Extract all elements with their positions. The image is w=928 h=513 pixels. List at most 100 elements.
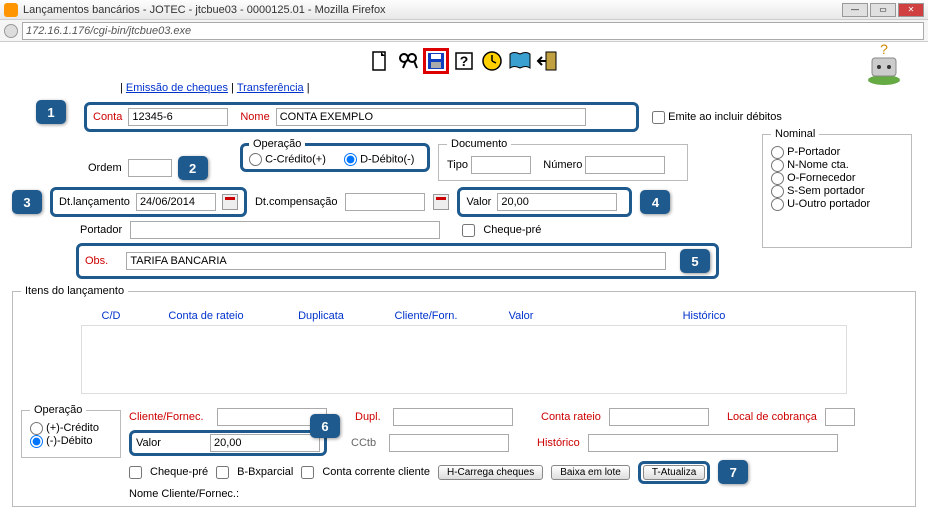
ordem-input[interactable] bbox=[128, 159, 172, 177]
conta-rateio-label: Conta rateio bbox=[541, 411, 601, 423]
mascot-icon: ? bbox=[860, 44, 908, 92]
link-emissao[interactable]: Emissão de cheques bbox=[126, 82, 228, 94]
dtcomp-label: Dt.compensação bbox=[255, 196, 338, 208]
local-input[interactable] bbox=[825, 408, 855, 426]
operacao2-fieldset: Operação (+)-Crédito (-)-Débito bbox=[21, 404, 121, 458]
op2-debito[interactable]: (-)-Débito bbox=[30, 435, 93, 447]
calendar-icon-2[interactable] bbox=[433, 194, 449, 210]
portador-label: Portador bbox=[80, 224, 122, 236]
emite-checkbox[interactable] bbox=[652, 111, 665, 124]
credito-option[interactable]: C-Crédito(+) bbox=[249, 153, 326, 166]
globe-icon bbox=[4, 24, 18, 38]
svg-text:?: ? bbox=[460, 53, 469, 69]
chequepre2-label: Cheque-pré bbox=[150, 466, 208, 478]
valor2-box: Valor bbox=[129, 430, 327, 456]
help-icon[interactable]: ? bbox=[451, 48, 477, 74]
save-icon[interactable] bbox=[423, 48, 449, 74]
annotation-3: 3 bbox=[12, 190, 42, 214]
chequepre-checkbox[interactable] bbox=[462, 224, 475, 237]
dtlanc-box: Dt.lançamento bbox=[50, 187, 247, 217]
dtcomp-input[interactable] bbox=[345, 193, 425, 211]
op2-credito[interactable]: (+)-Crédito bbox=[30, 422, 99, 434]
emite-wrapper: Emite ao incluir débitos bbox=[652, 111, 782, 123]
address-bar bbox=[0, 20, 928, 42]
firefox-icon bbox=[4, 3, 18, 17]
link-transferencia[interactable]: Transferência bbox=[237, 82, 304, 94]
links-row: | Emissão de cheques | Transferência | bbox=[0, 80, 928, 96]
emite-label: Emite ao incluir débitos bbox=[668, 111, 782, 123]
obs-input[interactable] bbox=[126, 252, 666, 270]
svg-text:?: ? bbox=[880, 44, 888, 57]
cctb-label: CCtb bbox=[351, 437, 381, 449]
numero-label: Número bbox=[543, 159, 582, 171]
valor2-label: Valor bbox=[136, 437, 204, 449]
window-buttons: — ▭ ✕ bbox=[842, 3, 924, 17]
dtlanc-input[interactable] bbox=[136, 193, 216, 211]
th-valor: Valor bbox=[481, 310, 561, 322]
itens-table-head: C/D Conta de rateio Duplicata Cliente/Fo… bbox=[81, 307, 847, 326]
window-titlebar: Lançamentos bancários - JOTEC - jtcbue03… bbox=[0, 0, 928, 20]
th-conta: Conta de rateio bbox=[141, 310, 271, 322]
conta-input[interactable] bbox=[128, 108, 228, 126]
operacao-fieldset: Operação C-Crédito(+) D-Débito(-) bbox=[240, 138, 430, 172]
url-input[interactable] bbox=[22, 22, 924, 40]
carrega-button[interactable]: H-Carrega cheques bbox=[438, 465, 543, 480]
bbx-checkbox[interactable] bbox=[216, 466, 229, 479]
nominal-s[interactable]: S-Sem portador bbox=[771, 185, 865, 197]
nominal-n[interactable]: N-Nome cta. bbox=[771, 159, 849, 171]
numero-input[interactable] bbox=[585, 156, 665, 174]
nominal-p[interactable]: P-Portador bbox=[771, 146, 840, 158]
tipo-label: Tipo bbox=[447, 159, 468, 171]
app-toolbar: ? ? bbox=[0, 42, 928, 80]
th-dupl: Duplicata bbox=[271, 310, 371, 322]
chequepre-label: Cheque-pré bbox=[483, 224, 541, 236]
close-button[interactable]: ✕ bbox=[898, 3, 924, 17]
operacao2-legend: Operação bbox=[30, 404, 86, 416]
ccc-checkbox[interactable] bbox=[301, 466, 314, 479]
tipo-input[interactable] bbox=[471, 156, 531, 174]
nome-label: Nome bbox=[240, 111, 269, 123]
clock-icon[interactable] bbox=[479, 48, 505, 74]
valor2-input[interactable] bbox=[210, 434, 320, 452]
valor-box: Valor bbox=[457, 187, 632, 217]
ordem-label: Ordem bbox=[88, 162, 122, 174]
new-icon[interactable] bbox=[367, 48, 393, 74]
dupl-input[interactable] bbox=[393, 408, 513, 426]
atualiza-box: T-Atualiza bbox=[638, 461, 710, 484]
window-title: Lançamentos bancários - JOTEC - jtcbue03… bbox=[23, 4, 842, 16]
annotation-1: 1 bbox=[36, 100, 66, 124]
annotation-7: 7 bbox=[718, 460, 748, 484]
nome-input[interactable] bbox=[276, 108, 586, 126]
portador-input[interactable] bbox=[130, 221, 440, 239]
local-label: Local de cobrança bbox=[727, 411, 817, 423]
historico-input[interactable] bbox=[588, 434, 838, 452]
maximize-button[interactable]: ▭ bbox=[870, 3, 896, 17]
nominal-fieldset: Nominal P-Portador N-Nome cta. O-Fornece… bbox=[762, 128, 912, 248]
itens-legend: Itens do lançamento bbox=[21, 285, 128, 297]
minimize-button[interactable]: — bbox=[842, 3, 868, 17]
cctb-input[interactable] bbox=[389, 434, 509, 452]
nominal-o[interactable]: O-Fornecedor bbox=[771, 172, 856, 184]
valor-input[interactable] bbox=[497, 193, 617, 211]
itens-fieldset: Itens do lançamento C/D Conta de rateio … bbox=[12, 285, 916, 507]
nominal-u[interactable]: U-Outro portador bbox=[771, 198, 870, 210]
calendar-icon[interactable] bbox=[222, 194, 238, 210]
th-cd: C/D bbox=[81, 310, 141, 322]
book-icon[interactable] bbox=[507, 48, 533, 74]
conta-rateio-input[interactable] bbox=[609, 408, 709, 426]
nome-cliente-label: Nome Cliente/Fornec.: bbox=[129, 488, 239, 500]
atualiza-button[interactable]: T-Atualiza bbox=[643, 465, 705, 480]
operacao-legend: Operação bbox=[249, 138, 305, 150]
debito-option[interactable]: D-Débito(-) bbox=[344, 153, 414, 166]
valor-label: Valor bbox=[466, 196, 491, 208]
obs-label: Obs. bbox=[85, 255, 108, 267]
search-icon[interactable] bbox=[395, 48, 421, 74]
itens-table-body[interactable] bbox=[81, 326, 847, 394]
conta-box: Conta Nome bbox=[84, 102, 639, 132]
chequepre2-checkbox[interactable] bbox=[129, 466, 142, 479]
ccc-label: Conta corrente cliente bbox=[322, 466, 430, 478]
baixa-button[interactable]: Baixa em lote bbox=[551, 465, 630, 480]
annotation-6: 6 bbox=[310, 414, 340, 438]
dtlanc-label: Dt.lançamento bbox=[59, 196, 130, 208]
exit-icon[interactable] bbox=[535, 48, 561, 74]
